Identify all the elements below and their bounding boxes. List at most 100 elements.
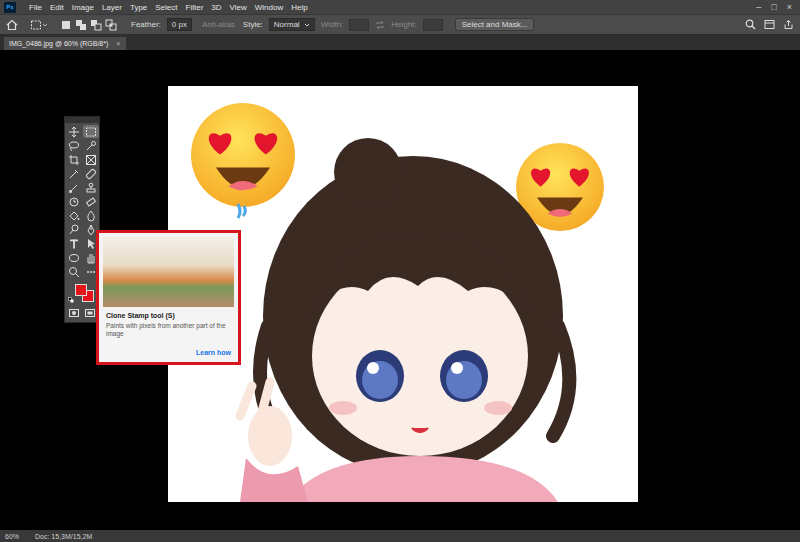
- tool-grid: [65, 123, 100, 280]
- document-tab[interactable]: IMG_0486.jpg @ 60% (RGB/8*) ×: [4, 37, 126, 50]
- home-icon[interactable]: [6, 19, 18, 31]
- tool-button[interactable]: [66, 195, 82, 208]
- tool-button[interactable]: [66, 153, 82, 166]
- tool-button[interactable]: [83, 209, 99, 222]
- tool-button[interactable]: [66, 223, 82, 236]
- tooltip-description: Paints with pixels from another part of …: [106, 322, 231, 338]
- quick-mask-icon[interactable]: [68, 307, 80, 319]
- document-size[interactable]: Doc: 15,3M/15,2M: [35, 533, 92, 540]
- window-control[interactable]: ×: [787, 2, 792, 12]
- menu-item[interactable]: Window: [251, 3, 287, 12]
- style-label: Style:: [243, 20, 263, 29]
- menu-item[interactable]: 3D: [207, 3, 225, 12]
- ellipse-tool-icon: [68, 252, 80, 264]
- height-field: [423, 19, 443, 31]
- window-controls: –□ ×: [756, 2, 796, 12]
- tool-button[interactable]: [83, 167, 99, 180]
- history-brush-tool-icon: [68, 196, 80, 208]
- dodge-tool-icon: [68, 224, 80, 236]
- selection-mode-icon[interactable]: [60, 19, 72, 31]
- style-dropdown[interactable]: Normal: [269, 18, 315, 31]
- color-swatches: [68, 282, 96, 304]
- marquee-tool-icon: [85, 126, 97, 138]
- eyedropper-tool-icon: [68, 168, 80, 180]
- width-field: [349, 19, 369, 31]
- document-title: IMG_0486.jpg @ 60% (RGB/8*): [9, 40, 108, 47]
- menu-item[interactable]: Filter: [182, 3, 208, 12]
- tool-button[interactable]: [83, 153, 99, 166]
- menu-item[interactable]: Edit: [46, 3, 68, 12]
- menu-item[interactable]: File: [25, 3, 46, 12]
- zoom-level[interactable]: 60%: [5, 533, 19, 540]
- type-tool-icon: [68, 238, 80, 250]
- move-tool-icon: [68, 126, 80, 138]
- menu-item[interactable]: Select: [151, 3, 181, 12]
- toolbox-header[interactable]: [65, 117, 99, 123]
- tool-button[interactable]: [83, 125, 99, 138]
- workspace-icon[interactable]: [764, 19, 775, 30]
- selection-mode-icon[interactable]: [75, 19, 87, 31]
- menu-bar: Ps FileEditImageLayerTypeSelectFilter3DVi…: [0, 0, 800, 14]
- window-control[interactable]: –: [756, 2, 761, 12]
- tool-button[interactable]: [66, 265, 82, 278]
- learn-how-link[interactable]: Learn how: [196, 349, 231, 356]
- status-bar: 60% Doc: 15,3M/15,2M: [0, 530, 800, 542]
- crop-tool-icon: [68, 154, 80, 166]
- quick-selection-tool-icon: [85, 140, 97, 152]
- toolbox-bottom: [68, 307, 96, 319]
- default-colors-icon[interactable]: [68, 297, 74, 303]
- select-and-mask-label: Select and Mask...: [462, 20, 528, 29]
- tool-button[interactable]: [66, 237, 82, 250]
- select-and-mask-button[interactable]: Select and Mask...: [455, 18, 535, 31]
- menu-item[interactable]: Image: [68, 3, 98, 12]
- selection-mode-icon[interactable]: [105, 19, 117, 31]
- tab-bar: IMG_0486.jpg @ 60% (RGB/8*) ×: [0, 35, 800, 50]
- screen-mode-icon[interactable]: [84, 307, 96, 319]
- eraser-tool-icon: [85, 196, 97, 208]
- tool-button[interactable]: [83, 181, 99, 194]
- hand-tool-icon: [85, 252, 97, 264]
- tool-button[interactable]: [66, 167, 82, 180]
- tool-button[interactable]: [66, 251, 82, 264]
- selection-mode-icon[interactable]: [90, 19, 102, 31]
- height-label: Height:: [391, 20, 416, 29]
- more-tools-icon: [85, 266, 97, 278]
- feather-field[interactable]: 0 px: [167, 18, 192, 31]
- workspace: Clone Stamp tool (S) Paints with pixels f…: [0, 50, 800, 530]
- foreground-color-swatch[interactable]: [75, 284, 87, 296]
- tooltip-title: Clone Stamp tool (S): [106, 312, 231, 319]
- menu-item[interactable]: View: [226, 3, 251, 12]
- tool-button[interactable]: [66, 181, 82, 194]
- feather-value: 0 px: [172, 20, 187, 29]
- tool-button[interactable]: [83, 195, 99, 208]
- clone-stamp-tool-icon: [85, 182, 97, 194]
- options-bar: Feather:0 pxAnti-aliasStyle:NormalWidth:…: [0, 14, 800, 35]
- frame-tool-icon: [85, 154, 97, 166]
- swap-icon: [375, 20, 385, 30]
- menu-item[interactable]: Help: [287, 3, 311, 12]
- search-icon[interactable]: [745, 19, 756, 30]
- selection-modes: [60, 19, 117, 31]
- menu-item[interactable]: Layer: [98, 3, 126, 12]
- zoom-tool-icon: [68, 266, 80, 278]
- blur-tool-icon: [85, 210, 97, 222]
- healing-brush-tool-icon: [85, 168, 97, 180]
- share-icon[interactable]: [783, 19, 794, 30]
- menu-item[interactable]: Type: [126, 3, 151, 12]
- app-logo: Ps: [4, 2, 16, 13]
- lasso-tool-icon: [68, 140, 80, 152]
- options-right: [745, 19, 794, 30]
- tool-button[interactable]: [83, 139, 99, 152]
- anti-alias-label: Anti-alias: [202, 20, 235, 29]
- window-control[interactable]: □: [771, 2, 776, 12]
- width-label: Width:: [321, 20, 344, 29]
- tool-button[interactable]: [66, 209, 82, 222]
- toolbox: [64, 116, 100, 323]
- style-value: Normal: [274, 20, 300, 29]
- tool-button[interactable]: [66, 125, 82, 138]
- document-close[interactable]: ×: [116, 40, 120, 47]
- tooltip-preview-picture: [103, 237, 234, 307]
- marquee-icon[interactable]: [30, 19, 48, 31]
- pen-tool-icon: [85, 224, 97, 236]
- tool-button[interactable]: [66, 139, 82, 152]
